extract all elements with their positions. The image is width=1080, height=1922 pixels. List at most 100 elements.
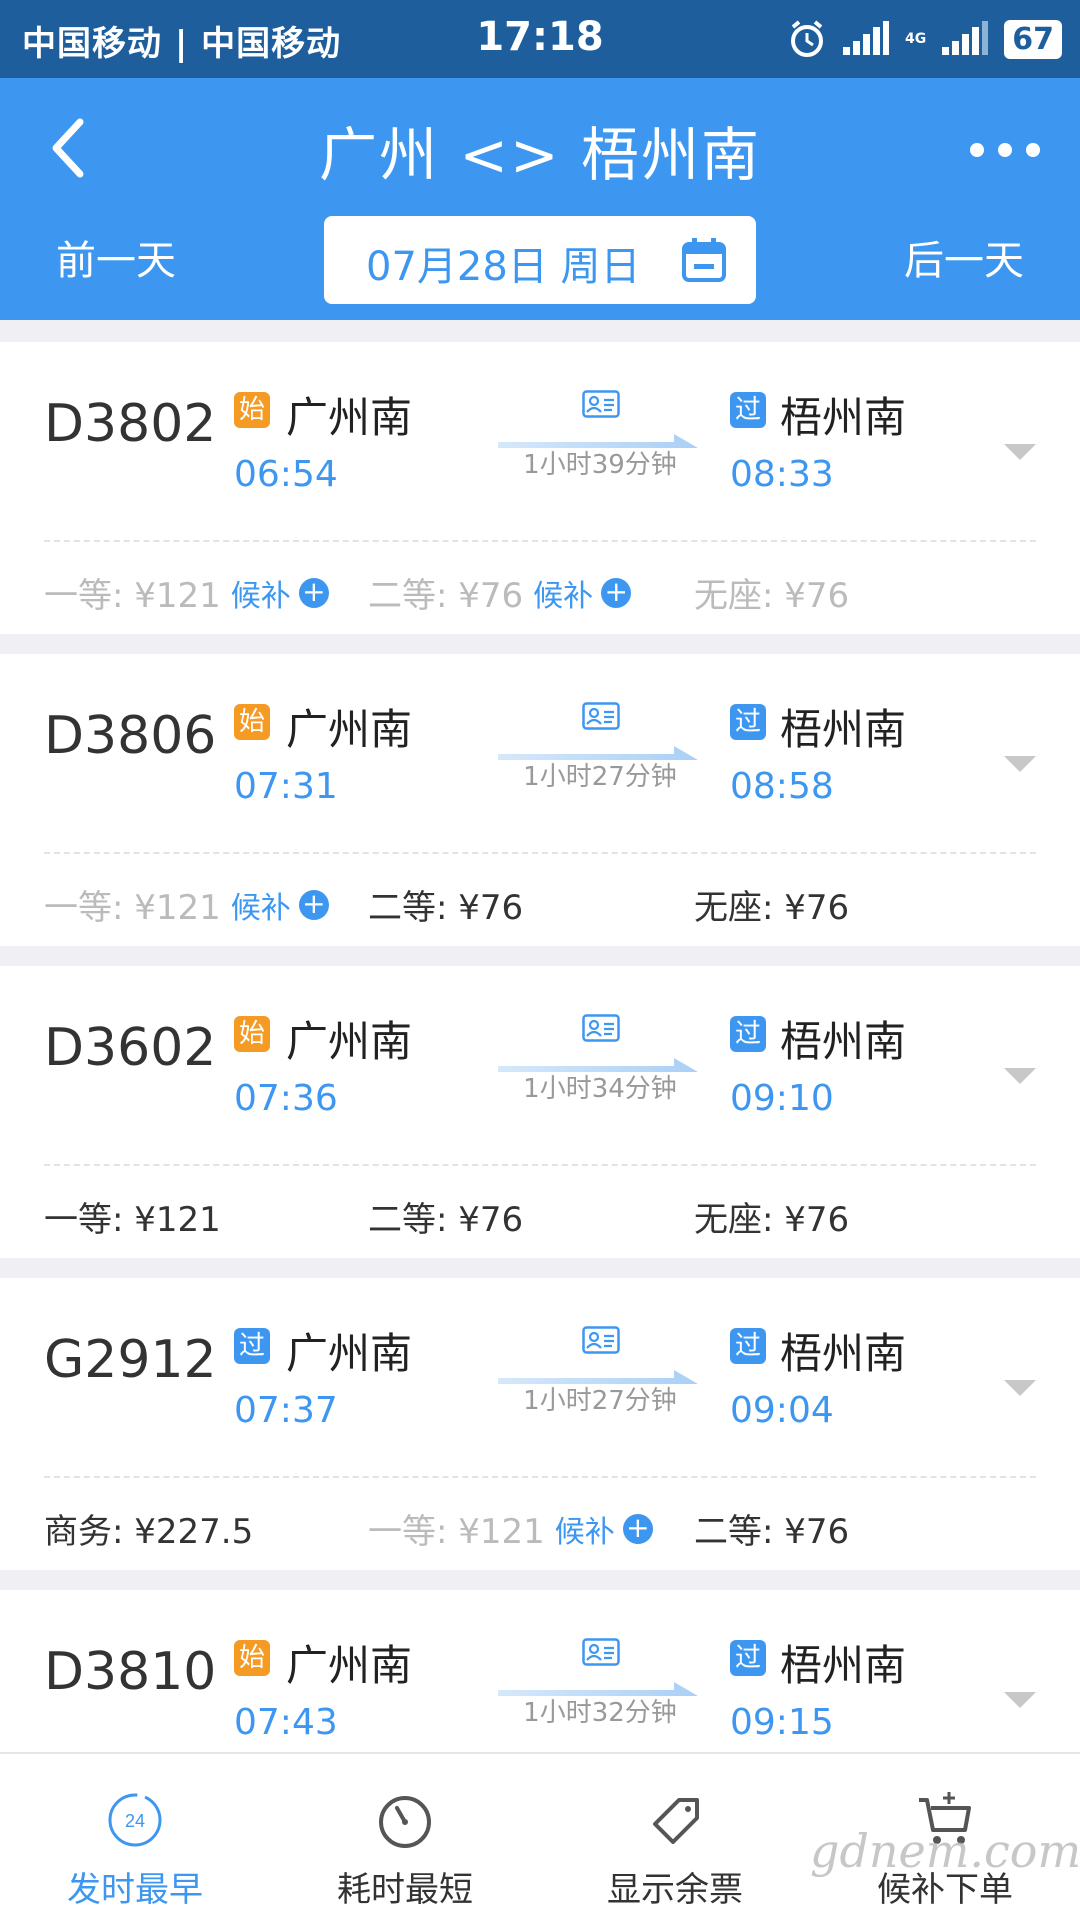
more-dot-icon — [970, 143, 984, 157]
travel-duration: 1小时34分钟 — [523, 1074, 677, 1104]
plus-icon[interactable]: + — [622, 1513, 653, 1544]
id-card-icon — [582, 1014, 620, 1042]
chevron-down-icon[interactable] — [1002, 1066, 1038, 1086]
destination-badge: 过 — [730, 704, 766, 740]
departure-station: 广州南 — [286, 393, 413, 442]
train-card[interactable]: D3602 始广州南 07:36 1小时34分钟 过梧州南 09:10 一等: ¥121… — [0, 966, 1080, 1258]
more-menu-button[interactable] — [970, 130, 1040, 170]
arrival-station: 梧州南 — [780, 705, 907, 754]
departure-time: 07:36 — [234, 1078, 338, 1119]
id-card-icon — [582, 702, 620, 730]
waitlist-link[interactable]: 候补 — [231, 883, 291, 927]
destination-badge: 过 — [730, 1640, 766, 1676]
departure-station: 广州南 — [286, 1017, 413, 1066]
seat-price: 商务: ¥227.5 — [44, 1504, 253, 1553]
chevron-down-icon[interactable] — [1002, 442, 1038, 462]
divider — [44, 852, 1036, 854]
seat-label: 无座: ¥76 — [694, 888, 850, 928]
plus-icon[interactable]: + — [298, 889, 329, 920]
departure-time: 06:54 — [234, 454, 338, 495]
train-number: D3806 — [44, 706, 217, 766]
train-card[interactable]: D3802 始广州南 06:54 1小时39分钟 过梧州南 08:33 一等: ¥121… — [0, 342, 1080, 634]
origin-badge: 始 — [234, 1016, 270, 1052]
travel-duration: 1小时32分钟 — [523, 1698, 677, 1728]
train-number: D3810 — [44, 1642, 217, 1702]
seat-price: 无座: ¥76 — [694, 880, 849, 929]
arrival-time: 08:33 — [730, 454, 834, 495]
travel-duration: 1小时39分钟 — [523, 450, 677, 480]
clock-24-icon: 24 — [108, 1793, 162, 1847]
id-card-icon — [582, 390, 620, 418]
next-day-button[interactable]: 后一天 — [904, 228, 1024, 286]
plus-icon[interactable]: + — [601, 577, 632, 608]
seat-label: 无座: ¥76 — [694, 1200, 850, 1240]
nav-label: 耗时最短 — [337, 1870, 473, 1910]
date-picker[interactable]: 07月28日 周日 — [324, 216, 756, 304]
chevron-down-icon[interactable] — [1002, 754, 1038, 774]
seat-price: 二等: ¥76 — [368, 880, 523, 929]
seat-label: 二等: ¥76 — [694, 1512, 850, 1552]
seat-price: 二等: ¥76 候补 + — [368, 568, 632, 617]
arrival-time: 09:04 — [730, 1390, 834, 1431]
nav-label: 发时最早 — [67, 1870, 203, 1910]
seat-label: 商务: ¥227.5 — [44, 1512, 254, 1552]
seat-price: 二等: ¥76 — [368, 1192, 523, 1241]
sort-shortest-button[interactable]: 耗时最短 — [270, 1754, 540, 1922]
train-card[interactable]: G2912 过广州南 07:37 1小时27分钟过梧州南 09:04 商务: ¥227… — [0, 1278, 1080, 1570]
show-remaining-button[interactable]: 显示余票 — [540, 1754, 810, 1922]
prev-day-button[interactable]: 前一天 — [56, 228, 176, 286]
train-card[interactable]: D3806 始广州南 07:31 1小时27分钟 过梧州南 08:58 一等: ¥121… — [0, 654, 1080, 946]
arrival-time: 08:58 — [730, 766, 834, 807]
departure-station: 广州南 — [286, 1329, 413, 1378]
date-label: 07月28日 周日 — [366, 244, 641, 290]
watermark: gdnem.com — [810, 1824, 1080, 1878]
train-number: D3802 — [44, 394, 217, 454]
destination-badge: 过 — [730, 1016, 766, 1052]
origin-badge: 始 — [234, 392, 270, 428]
origin-badge: 始 — [234, 1640, 270, 1676]
chevron-down-icon[interactable] — [1002, 1378, 1038, 1398]
page-title: 广州 <> 梧州南 — [318, 121, 762, 189]
departure-station: 广州南 — [286, 1641, 413, 1690]
seat-label: 一等: ¥121 — [368, 1512, 545, 1552]
id-card-icon — [582, 1326, 620, 1354]
destination-badge: 过 — [730, 392, 766, 428]
seat-price: 无座: ¥76 — [694, 568, 849, 617]
more-dot-icon — [1026, 143, 1040, 157]
divider — [44, 1476, 1036, 1478]
more-dot-icon — [998, 143, 1012, 157]
seat-label: 二等: ¥76 — [368, 576, 524, 616]
id-card-icon — [582, 1638, 620, 1666]
status-bar: 中国移动 | 中国移动 17:18 4G 67 — [0, 0, 1080, 78]
waitlist-link[interactable]: 候补 — [231, 571, 291, 615]
nav-label: 显示余票 — [607, 1870, 743, 1910]
arrival-station: 梧州南 — [780, 1329, 907, 1378]
destination-badge: 过 — [730, 1328, 766, 1364]
departure-time: 07:37 — [234, 1390, 338, 1431]
calendar-icon — [682, 238, 726, 282]
network-type: 4G — [905, 31, 926, 47]
divider — [44, 540, 1036, 542]
stopwatch-icon — [379, 1796, 431, 1848]
seat-price: 一等: ¥121 候补 + — [368, 1504, 653, 1553]
battery-indicator: 67 — [1004, 19, 1062, 59]
network-label: 4G — [905, 31, 927, 47]
signal-icon-2 — [942, 21, 989, 55]
chevron-down-icon[interactable] — [1002, 1690, 1038, 1710]
waitlist-link[interactable]: 候补 — [533, 571, 593, 615]
origin-badge: 始 — [234, 704, 270, 740]
seat-label: 无座: ¥76 — [694, 576, 850, 616]
plus-icon[interactable]: + — [298, 577, 329, 608]
waitlist-link[interactable]: 候补 — [555, 1507, 615, 1551]
seat-price: 无座: ¥76 — [694, 1192, 849, 1241]
departure-station: 广州南 — [286, 705, 413, 754]
sort-earliest-button[interactable]: 24 发时最早 — [0, 1754, 270, 1922]
svg-text:24: 24 — [125, 1811, 145, 1831]
alarm-icon — [791, 20, 824, 57]
seat-label: 一等: ¥121 — [44, 576, 221, 616]
seat-label: 二等: ¥76 — [368, 1200, 524, 1240]
origin-badge: 过 — [234, 1328, 270, 1364]
seat-price: 一等: ¥121 候补 + — [44, 568, 329, 617]
travel-duration: 1小时27分钟 — [523, 1386, 677, 1416]
seat-price: 一等: ¥121 候补 + — [44, 880, 329, 929]
